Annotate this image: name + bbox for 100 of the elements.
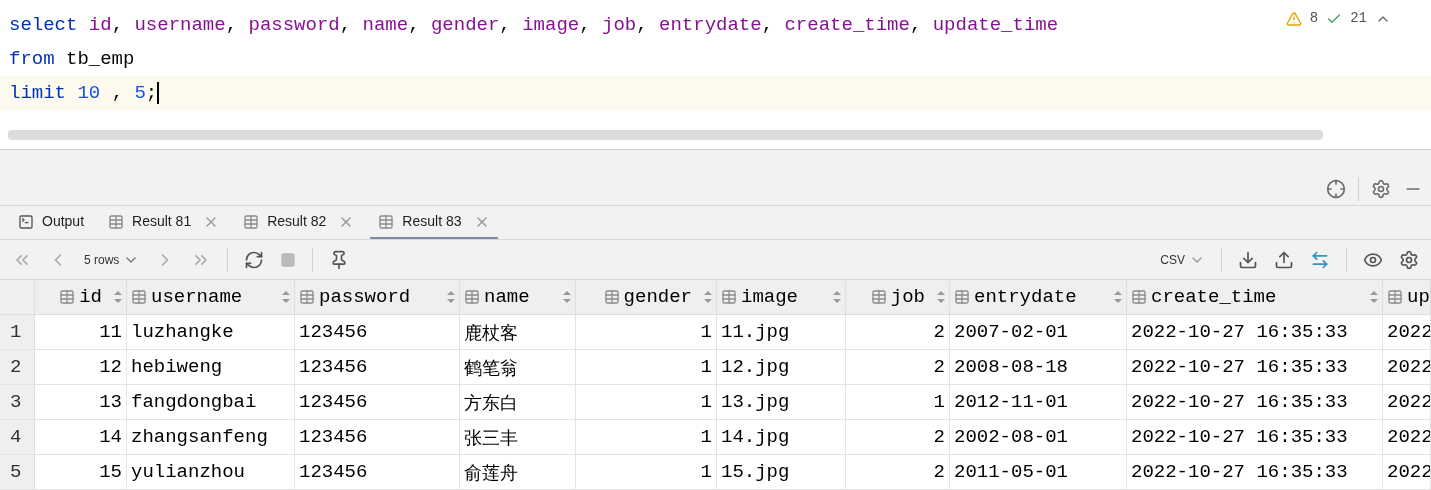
sort-icon[interactable] (114, 291, 122, 303)
table-cell: 2022-10-27 16:35:33 (1127, 420, 1383, 454)
column-header[interactable]: image (741, 282, 798, 312)
table-cell: 2007-02-01 (950, 315, 1127, 349)
table-cell: 2012-11-01 (950, 385, 1127, 419)
settings-icon[interactable] (1399, 249, 1419, 270)
column-header[interactable]: create_time (1151, 282, 1277, 312)
table-cell: 2 (846, 455, 950, 489)
row-number: 3 (0, 385, 35, 419)
row-number: 2 (0, 350, 35, 384)
table-icon (59, 289, 76, 305)
sort-icon[interactable] (833, 291, 841, 303)
check-count: 21 (1350, 9, 1367, 28)
sort-icon[interactable] (563, 291, 571, 303)
table-cell: 方东白 (460, 385, 576, 419)
row-number: 4 (0, 420, 35, 454)
table-cell: fangdongbai (127, 385, 295, 419)
table-cell: 14 (35, 420, 127, 454)
column-header[interactable]: gender (623, 282, 692, 312)
table-cell: 1 (576, 420, 717, 454)
warning-icon (1285, 10, 1302, 27)
table-cell: 2022-10-27 16:35:33 (1127, 350, 1383, 384)
table-cell: 15 (35, 455, 127, 489)
table-cell: 13.jpg (717, 385, 846, 419)
sort-icon[interactable] (447, 291, 455, 303)
result-tab[interactable]: Result 81 (100, 206, 228, 239)
table-cell: 2022-10-27 16:35:33 (1127, 455, 1383, 489)
table-cell: 13 (35, 385, 127, 419)
column-header[interactable]: username (151, 282, 243, 312)
column-header[interactable]: name (484, 282, 530, 312)
warning-count: 8 (1309, 9, 1319, 28)
table-icon (131, 289, 147, 305)
table-cell: 123456 (295, 315, 460, 349)
table-cell: 2 (846, 420, 950, 454)
table-cell: 鹿杖客 (460, 315, 576, 349)
table-cell: 2022-10-27 16:35:33 (1127, 315, 1383, 349)
result-tab[interactable]: Result 82 (235, 206, 363, 239)
rows-dropdown[interactable]: 5 rows (84, 250, 140, 269)
table-cell: 2002-08-01 (950, 420, 1127, 454)
stop-icon[interactable] (280, 251, 297, 268)
table-icon (243, 213, 260, 230)
upload-icon[interactable] (1274, 249, 1294, 270)
table-icon (603, 289, 620, 305)
table-cell: 123456 (295, 455, 460, 489)
table-icon (954, 289, 970, 305)
table-cell: 2011-05-01 (950, 455, 1127, 489)
table-cell: 2008-08-18 (950, 350, 1127, 384)
sort-icon[interactable] (282, 291, 290, 303)
download-icon[interactable] (1238, 249, 1258, 270)
settings-icon[interactable] (1371, 178, 1391, 199)
table-cell: 鹤笔翁 (460, 350, 576, 384)
table-cell: 1 (846, 385, 950, 419)
code-line: select id, username, password, name, gender, image, job, entrydate, create_time, update_time (9, 12, 1059, 38)
table-cell: 2022-10-27 16:35:33 (1127, 385, 1383, 419)
table-cell: 12 (35, 350, 127, 384)
row-number: 1 (0, 315, 35, 349)
table-cell: 123456 (295, 385, 460, 419)
sort-icon[interactable] (937, 291, 945, 303)
table-cell: 张三丰 (460, 420, 576, 454)
code-line: from tb_emp (9, 46, 135, 72)
table-icon (108, 213, 125, 230)
table-icon (1131, 289, 1147, 305)
column-header[interactable]: id (79, 282, 102, 312)
table-cell: 1 (576, 455, 717, 489)
format-dropdown[interactable]: CSV (1160, 250, 1205, 269)
code-line: limit 10 , 5; (9, 80, 160, 106)
table-icon (464, 289, 480, 305)
table-cell: luzhangke (127, 315, 295, 349)
console-icon (18, 213, 34, 230)
table-icon (299, 289, 315, 305)
result-tab[interactable]: Output (10, 206, 93, 239)
table-cell: hebiweng (127, 350, 295, 384)
table-cell: 14.jpg (717, 420, 846, 454)
sort-icon[interactable] (1370, 291, 1378, 303)
table-cell: 俞莲舟 (460, 455, 576, 489)
table-cell: 2 (846, 315, 950, 349)
compare-icon[interactable] (1310, 249, 1330, 270)
sort-icon[interactable] (1114, 291, 1122, 303)
table-cell: 123456 (295, 350, 460, 384)
table-icon (378, 213, 395, 230)
table-icon (870, 289, 887, 305)
column-header[interactable]: up (1407, 282, 1430, 312)
table-cell: yulianzhou (127, 455, 295, 489)
column-header[interactable]: job (890, 282, 925, 312)
sort-icon[interactable] (704, 291, 712, 303)
target-icon[interactable] (1326, 178, 1346, 199)
table-cell: 12.jpg (717, 350, 846, 384)
refresh-icon[interactable] (244, 249, 265, 270)
horizontal-scrollbar[interactable] (8, 130, 1323, 140)
table-icon (1387, 289, 1403, 305)
table-cell: 11.jpg (717, 315, 846, 349)
column-header[interactable]: password (319, 282, 411, 312)
table-cell: 1 (576, 315, 717, 349)
table-cell: 11 (35, 315, 127, 349)
table-cell: zhangsanfeng (127, 420, 295, 454)
table-cell: 123456 (295, 420, 460, 454)
table-cell: 1 (576, 385, 717, 419)
table-cell: 2 (846, 350, 950, 384)
column-header[interactable]: entrydate (974, 282, 1077, 312)
row-number: 5 (0, 455, 35, 489)
